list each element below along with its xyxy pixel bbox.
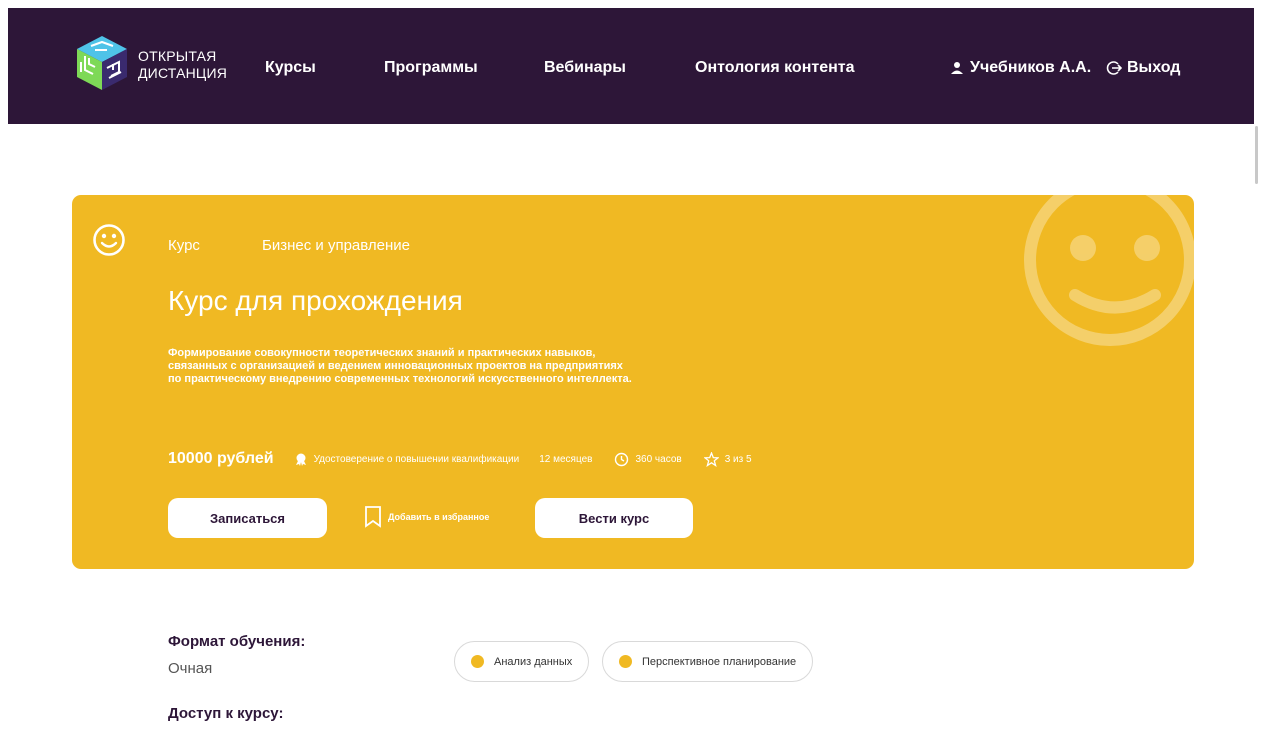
course-meta-row: 10000 рублей Удостоверение о повышении к… bbox=[168, 447, 752, 471]
access-label: Доступ к курсу: bbox=[168, 705, 284, 722]
certificate-icon bbox=[295, 453, 306, 466]
chip-dot-icon bbox=[471, 655, 484, 668]
course-title: Курс для прохождения bbox=[168, 285, 463, 316]
skill-chip-label: Анализ данных bbox=[494, 655, 573, 668]
skill-chip-label: Перспективное планирование bbox=[642, 655, 797, 668]
user-profile-link[interactable]: Учебников А.А. bbox=[950, 59, 1091, 77]
skill-chip[interactable]: Перспективное планирование bbox=[602, 641, 814, 682]
nav-webinars[interactable]: Вебинары bbox=[544, 59, 626, 77]
course-description: Формирование совокупности теоретических … bbox=[168, 347, 632, 385]
teach-course-button[interactable]: Вести курс bbox=[535, 498, 693, 538]
scrollbar-thumb[interactable] bbox=[1255, 126, 1258, 184]
certificate-label: Удостоверение о повышении квалификации bbox=[313, 453, 520, 465]
format-label: Формат обучения: bbox=[168, 633, 306, 650]
rating-info: 3 из 5 bbox=[703, 451, 752, 467]
duration-info: 12 месяцев bbox=[539, 453, 593, 465]
scrollbar-track[interactable] bbox=[1254, 124, 1261, 733]
background-smiley-icon bbox=[1024, 195, 1194, 346]
nav-content-ontology[interactable]: Онтология контента bbox=[695, 59, 854, 77]
course-hero-card: Курс Бизнес и управление Курс для прохож… bbox=[72, 195, 1194, 569]
course-category-tag[interactable]: Бизнес и управление bbox=[262, 237, 410, 254]
logo-line1: ОТКРЫТАЯ bbox=[138, 48, 217, 64]
smiley-icon bbox=[93, 224, 125, 256]
nav-programs[interactable]: Программы bbox=[384, 59, 478, 77]
course-type-tag: Курс bbox=[168, 237, 200, 254]
user-name: Учебников А.А. bbox=[970, 59, 1092, 76]
bookmark-icon bbox=[365, 506, 381, 528]
rating-label: 3 из 5 bbox=[724, 453, 752, 465]
star-icon bbox=[703, 451, 719, 467]
favorite-label: Добавить в избранное bbox=[388, 512, 490, 522]
hours-info: 360 часов bbox=[614, 452, 682, 467]
top-navbar: ОТКРЫТАЯ ДИСТАНЦИЯ Курсы Программы Вебин… bbox=[8, 8, 1254, 124]
clock-icon bbox=[615, 452, 629, 466]
logout-label: Выход bbox=[1127, 59, 1181, 76]
add-to-favorites-button[interactable]: Добавить в избранное bbox=[364, 506, 489, 528]
nav-courses[interactable]: Курсы bbox=[265, 59, 316, 77]
hours-label: 360 часов bbox=[635, 453, 682, 465]
user-icon bbox=[951, 62, 963, 74]
chip-dot-icon bbox=[619, 655, 632, 668]
logo-text: ОТКРЫТАЯ ДИСТАНЦИЯ bbox=[138, 48, 227, 82]
course-price: 10000 рублей bbox=[168, 450, 274, 467]
logo-line2: ДИСТАНЦИЯ bbox=[138, 65, 228, 81]
format-value: Очная bbox=[168, 660, 213, 677]
logout-icon bbox=[1106, 61, 1122, 75]
skill-chip[interactable]: Анализ данных bbox=[454, 641, 590, 682]
logout-button[interactable]: Выход bbox=[1106, 59, 1180, 77]
cube-logo-icon[interactable] bbox=[73, 34, 131, 92]
enroll-button[interactable]: Записаться bbox=[168, 498, 327, 538]
certificate-info: Удостоверение о повышении квалификации bbox=[294, 452, 520, 466]
